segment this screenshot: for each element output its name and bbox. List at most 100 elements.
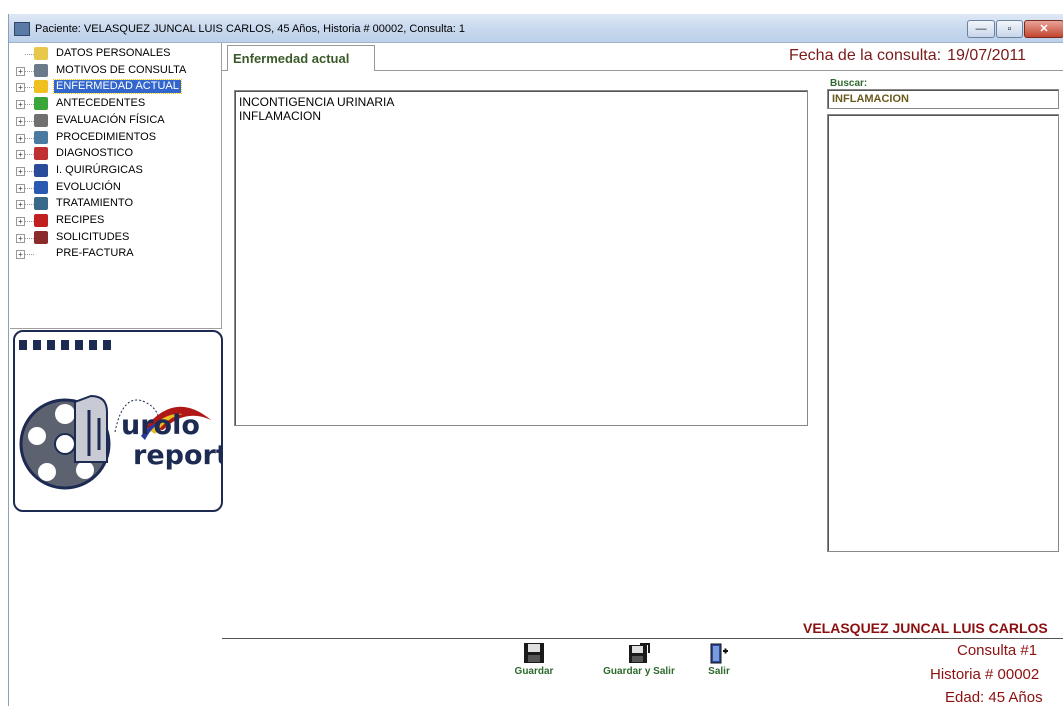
tree-expander[interactable]: + — [16, 100, 25, 110]
guardar-label: Guardar — [514, 666, 554, 677]
search-results-list[interactable] — [827, 114, 1059, 552]
patient-name: VELASQUEZ JUNCAL LUIS CARLOS — [803, 620, 1048, 636]
chart-icon — [34, 230, 48, 244]
editor-line: INCONTIGENCIA URINARIA — [239, 95, 395, 109]
guardar-y-salir-button[interactable]: Guardar y Salir — [594, 642, 684, 677]
tree-expander[interactable]: + — [16, 183, 25, 193]
info-icon — [34, 180, 48, 194]
consulta-number: Consulta #1 — [957, 642, 1038, 659]
tree-expander[interactable]: + — [16, 217, 25, 226]
tree-item-label: ANTECEDENTES — [56, 97, 146, 110]
lightning-icon — [34, 80, 48, 94]
footer-divider — [222, 638, 1063, 639]
tree-item[interactable]: + EVALUACIÓN FÍSICA — [10, 113, 220, 129]
window-title: Paciente: VELASQUEZ JUNCAL LUIS CARLOS, … — [35, 23, 466, 35]
apple-red-icon — [34, 214, 48, 227]
tree-item[interactable]: + ANTECEDENTES — [10, 96, 220, 112]
apple-icon — [34, 97, 48, 111]
tree-connector — [25, 237, 34, 239]
tree-expander[interactable]: + — [16, 166, 25, 176]
save-exit-icon — [628, 642, 650, 664]
tree-item-label: SOLICITUDES — [56, 230, 130, 243]
tree-expander[interactable]: + — [16, 150, 25, 160]
tab-enfermedad-actual[interactable]: Enfermedad actual — [227, 45, 375, 71]
tree-connector — [25, 87, 34, 89]
app-icon — [14, 22, 30, 36]
tree-item[interactable]: + I. QUIRÚRGICAS — [10, 163, 220, 179]
tree-expander[interactable]: + — [16, 116, 25, 126]
date-value: 19/07/2011 — [947, 47, 1026, 64]
pointer-icon — [34, 63, 48, 77]
tree-item[interactable]: + EVOLUCIÓN — [10, 180, 220, 196]
tree-item[interactable]: + PRE-FACTURA — [10, 246, 220, 262]
consultation-date: Fecha de la consulta: 19/07/2011 — [789, 47, 1026, 65]
tree-item-label: MOTIVOS DE CONSULTA — [56, 63, 187, 76]
stethoscope-icon — [34, 113, 48, 127]
salir-label: Salir — [708, 666, 730, 677]
editor-line: INFLAMACION — [239, 109, 322, 123]
tree-expander[interactable]: + — [16, 66, 25, 76]
maximize-button[interactable]: ▫ — [996, 20, 1023, 38]
tree-connector — [25, 187, 34, 189]
tree-connector — [25, 154, 34, 156]
tree-item-label: RECIPES — [56, 214, 105, 226]
tree-item-label: TRATAMIENTO — [56, 197, 133, 210]
urolo-report-logo: urolo report — [13, 330, 223, 512]
tree-connector — [25, 204, 34, 206]
patient-age: Edad: 45 Años — [945, 689, 1043, 706]
tree-item-label: DIAGNOSTICO — [56, 147, 134, 160]
logo-text-urolo: urolo — [121, 410, 200, 441]
search-input[interactable] — [827, 89, 1059, 109]
minimize-button[interactable]: — — [967, 20, 995, 38]
tree-item[interactable]: + DIAGNOSTICO — [10, 146, 220, 162]
search-label: Buscar: — [830, 78, 868, 89]
tree-connector — [25, 254, 34, 256]
tree-item[interactable]: DATOS PERSONALES — [10, 46, 220, 62]
tree-expander[interactable]: + — [16, 233, 25, 243]
person-icon — [34, 197, 48, 211]
navigation-tree[interactable]: DATOS PERSONALES + MOTIVOS DE CONSULTA + ENF… — [10, 43, 222, 329]
tree-item-label: PRE-FACTURA — [56, 247, 134, 260]
enfermedad-textarea[interactable]: INCONTIGENCIA URINARIA INFLAMACION — [234, 90, 808, 426]
tree-connector — [25, 70, 34, 72]
tab-divider-left — [222, 70, 227, 71]
grid-icon — [34, 163, 48, 177]
tab-divider — [375, 70, 1063, 71]
logo-text-report: report — [133, 440, 223, 471]
salir-button[interactable]: Salir — [699, 642, 739, 677]
syringe-icon — [34, 147, 48, 161]
guardar-y-salir-label: Guardar y Salir — [603, 666, 675, 677]
monitor-icon — [34, 130, 48, 144]
tree-item[interactable]: + TRATAMIENTO — [10, 196, 220, 212]
tree-item-label: EVALUACIÓN FÍSICA — [56, 113, 165, 126]
historia-number: Historia # 00002 — [930, 666, 1040, 683]
tree-connector — [25, 221, 34, 222]
tree-connector — [25, 170, 34, 172]
title-bar[interactable]: Paciente: VELASQUEZ JUNCAL LUIS CARLOS, … — [9, 14, 1063, 43]
guardar-button[interactable]: Guardar — [509, 642, 559, 677]
tab-label: Enfermedad actual — [233, 51, 350, 66]
folder-icon — [34, 47, 48, 60]
tree-expander[interactable]: + — [16, 83, 25, 93]
floppy-disk-icon — [523, 642, 545, 664]
tree-item-label: I. QUIRÚRGICAS — [56, 163, 143, 176]
tree-item[interactable]: + PROCEDIMIENTOS — [10, 130, 220, 146]
tree-item[interactable]: + SOLICITUDES — [10, 230, 220, 246]
date-label: Fecha de la consulta: — [789, 47, 942, 64]
tree-item-label: EVOLUCIÓN — [56, 180, 121, 193]
close-button[interactable]: ✕ — [1024, 20, 1063, 38]
tree-item[interactable]: + ENFERMEDAD ACTUAL — [10, 79, 220, 95]
door-exit-icon — [708, 642, 730, 664]
tree-item-label: PROCEDIMIENTOS — [56, 130, 157, 143]
tree-item-label: ENFERMEDAD ACTUAL — [53, 79, 182, 95]
tree-connector — [25, 104, 34, 106]
tree-connector — [25, 54, 34, 55]
tree-expander[interactable]: + — [16, 200, 25, 210]
tree-item[interactable]: + MOTIVOS DE CONSULTA — [10, 63, 220, 79]
tree-expander[interactable]: + — [16, 133, 25, 143]
tree-expander[interactable]: + — [16, 250, 25, 260]
tree-item-label: DATOS PERSONALES — [56, 47, 171, 59]
tree-item[interactable]: + RECIPES — [10, 213, 220, 229]
tree-connector — [25, 120, 34, 122]
main-window: Paciente: VELASQUEZ JUNCAL LUIS CARLOS, … — [8, 14, 1063, 706]
